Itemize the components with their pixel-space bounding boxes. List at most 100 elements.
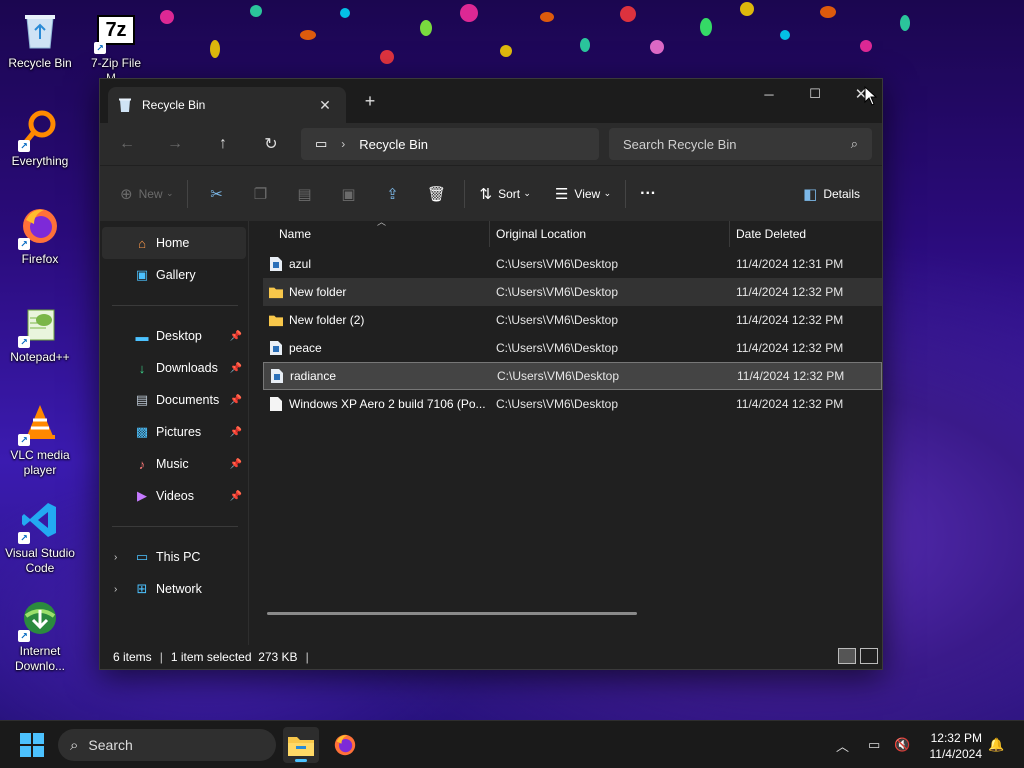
- shortcut-arrow-icon: ↗: [18, 238, 30, 250]
- forward-arrow-icon[interactable]: →: [160, 131, 190, 157]
- desktop-icon-everything[interactable]: ↗ Everything: [4, 106, 76, 169]
- nav-item-music[interactable]: ♪ Music 📌: [102, 448, 246, 480]
- desktop-icon-vlc[interactable]: ↗ VLC media player: [4, 400, 76, 478]
- sort-button-label: Sort: [498, 186, 521, 201]
- nav-item-gallery[interactable]: ▣ Gallery: [102, 259, 246, 291]
- horizontal-scrollbar[interactable]: [267, 612, 637, 615]
- file-date-deleted: 11/4/2024 12:32 PM: [736, 341, 844, 355]
- nav-item-this-pc[interactable]: › ▭ This PC: [102, 541, 246, 573]
- status-selection: 1 item selected 273 KB: [170, 650, 298, 664]
- sort-button[interactable]: ⇅ Sort ⌄: [471, 178, 538, 210]
- new-button-label: New: [138, 186, 163, 201]
- nav-item-videos[interactable]: ▶ Videos 📌: [102, 480, 246, 512]
- file-name: peace: [289, 341, 322, 355]
- pin-icon[interactable]: 📌: [230, 427, 242, 438]
- paste-button[interactable]: ▤: [282, 178, 326, 210]
- minimize-button[interactable]: ─: [746, 79, 792, 109]
- shortcut-arrow-icon: ↗: [18, 140, 30, 152]
- new-button[interactable]: ⊕ New ⌄: [112, 178, 181, 210]
- details-pane-button[interactable]: ◧ Details: [795, 178, 868, 210]
- table-row[interactable]: New folder (2) C:\Users\VM6\Desktop 11/4…: [263, 306, 882, 334]
- table-row[interactable]: New folder C:\Users\VM6\Desktop 11/4/202…: [263, 278, 882, 306]
- desktop-icon-notepadpp[interactable]: ↗ Notepad++: [4, 302, 76, 365]
- desktop-icon-label: Visual Studio Code: [5, 546, 75, 575]
- copy-button[interactable]: ❐: [238, 178, 282, 210]
- table-row[interactable]: peace C:\Users\VM6\Desktop 11/4/2024 12:…: [263, 334, 882, 362]
- nav-item-pictures[interactable]: ▩ Pictures 📌: [102, 416, 246, 448]
- file-date-deleted: 11/4/2024 12:31 PM: [736, 257, 844, 271]
- more-options-button[interactable]: ···: [632, 178, 664, 210]
- desktop-icon-label: Recycle Bin: [8, 56, 72, 70]
- details-view-icon[interactable]: [838, 648, 856, 664]
- home-icon: ⌂: [138, 235, 146, 251]
- rename-button[interactable]: ▣: [326, 178, 370, 210]
- pin-icon[interactable]: 📌: [230, 459, 242, 470]
- details-pane-icon: ◧: [803, 185, 818, 203]
- chevron-right-icon[interactable]: ›: [114, 584, 117, 595]
- tiles-view-icon[interactable]: [860, 648, 878, 664]
- folder-icon: [269, 315, 283, 327]
- nav-item-downloads[interactable]: ↓ Downloads 📌: [102, 352, 246, 384]
- file-name: azul: [289, 257, 312, 271]
- cut-button[interactable]: ✂: [194, 178, 238, 210]
- desktop-icon-vscode[interactable]: ↗ Visual Studio Code: [4, 498, 76, 576]
- table-row[interactable]: radiance C:\Users\VM6\Desktop 11/4/2024 …: [263, 362, 882, 390]
- nav-item-documents[interactable]: ▤ Documents 📌: [102, 384, 246, 416]
- new-tab-button[interactable]: +: [358, 91, 382, 112]
- share-button[interactable]: ⇪: [370, 178, 414, 210]
- show-hidden-icons-chevron-icon[interactable]: ︿: [836, 721, 849, 768]
- nav-item-network[interactable]: › ⊞ Network: [102, 573, 246, 605]
- desktop-icon-idm[interactable]: ↗ Internet Downlo...: [4, 596, 76, 674]
- desktop-icon-label: Firefox: [21, 252, 59, 266]
- notification-bell-icon[interactable]: 🔔: [988, 721, 1004, 768]
- file-explorer-window: Recycle Bin ✕ + ─ ☐ ✕ ← → ↑ ↻ ▭ › Recycl…: [99, 78, 883, 670]
- rename-icon: ▣: [341, 185, 356, 203]
- pin-icon[interactable]: 📌: [230, 363, 242, 374]
- desktop-icon-label: Internet Downlo...: [14, 644, 66, 673]
- up-arrow-icon[interactable]: ↑: [208, 131, 238, 157]
- taskbar-firefox[interactable]: [327, 727, 363, 763]
- nav-item-desktop[interactable]: ▬ Desktop 📌: [102, 320, 246, 352]
- delete-button[interactable]: 🗑: [414, 178, 458, 210]
- column-header-original-location[interactable]: Original Location: [490, 221, 730, 247]
- taskbar-file-explorer[interactable]: [283, 727, 319, 763]
- view-button[interactable]: ☰ View ⌄: [547, 178, 619, 210]
- chevron-down-icon: ⌄: [603, 188, 612, 198]
- recycle-bin-icon: [119, 98, 131, 112]
- refresh-icon[interactable]: ↻: [256, 131, 286, 157]
- idm-icon: ↗: [18, 596, 62, 642]
- navigation-pane: ⌂ Home ▣ Gallery ▬ Desktop 📌 ↓ Downloads 📌 ▤ Do…: [100, 221, 249, 645]
- taskbar-search[interactable]: ⌕ Search: [58, 729, 276, 761]
- maximize-button[interactable]: ☐: [792, 79, 838, 109]
- document-icon: ▤: [135, 392, 149, 407]
- address-bar[interactable]: ▭ › Recycle Bin: [301, 128, 599, 160]
- table-row[interactable]: azul C:\Users\VM6\Desktop 11/4/2024 12:3…: [263, 250, 882, 278]
- desktop-icon-firefox[interactable]: ↗ Firefox: [4, 204, 76, 267]
- volume-muted-icon[interactable]: 🔇: [894, 721, 910, 768]
- view-button-label: View: [574, 186, 601, 201]
- computer-icon: ▭: [135, 549, 149, 564]
- nav-item-label: Home: [156, 236, 190, 250]
- chevron-right-icon[interactable]: ›: [114, 552, 117, 563]
- desktop-icon-recycle-bin[interactable]: Recycle Bin: [4, 8, 76, 71]
- file-location: C:\Users\VM6\Desktop: [496, 257, 619, 271]
- start-button[interactable]: [20, 733, 44, 757]
- document-icon: [270, 397, 282, 411]
- column-header-date-deleted[interactable]: Date Deleted: [730, 221, 880, 247]
- close-tab-icon[interactable]: ✕: [314, 97, 336, 114]
- search-input[interactable]: Search Recycle Bin ⌕: [609, 128, 872, 160]
- pin-icon[interactable]: 📌: [230, 331, 242, 342]
- desktop-icon-7zip[interactable]: 7z ↗ 7-Zip File M...: [80, 8, 152, 86]
- breadcrumb-recycle-bin[interactable]: Recycle Bin: [359, 137, 428, 152]
- table-row[interactable]: Windows XP Aero 2 build 7106 (Po... C:\U…: [263, 390, 882, 418]
- back-arrow-icon[interactable]: ←: [112, 131, 142, 157]
- tab-recycle-bin[interactable]: Recycle Bin ✕: [108, 87, 346, 123]
- network-tray-icon[interactable]: ▭: [868, 721, 880, 768]
- clock[interactable]: 12:32 PM 11/4/2024: [930, 730, 983, 762]
- file-name: Windows XP Aero 2 build 7106 (Po...: [289, 397, 486, 411]
- share-icon: ⇪: [386, 185, 399, 203]
- nav-item-home[interactable]: ⌂ Home: [102, 227, 246, 259]
- pin-icon[interactable]: 📌: [230, 395, 242, 406]
- pin-icon[interactable]: 📌: [230, 491, 242, 502]
- firefox-icon: [334, 734, 356, 756]
